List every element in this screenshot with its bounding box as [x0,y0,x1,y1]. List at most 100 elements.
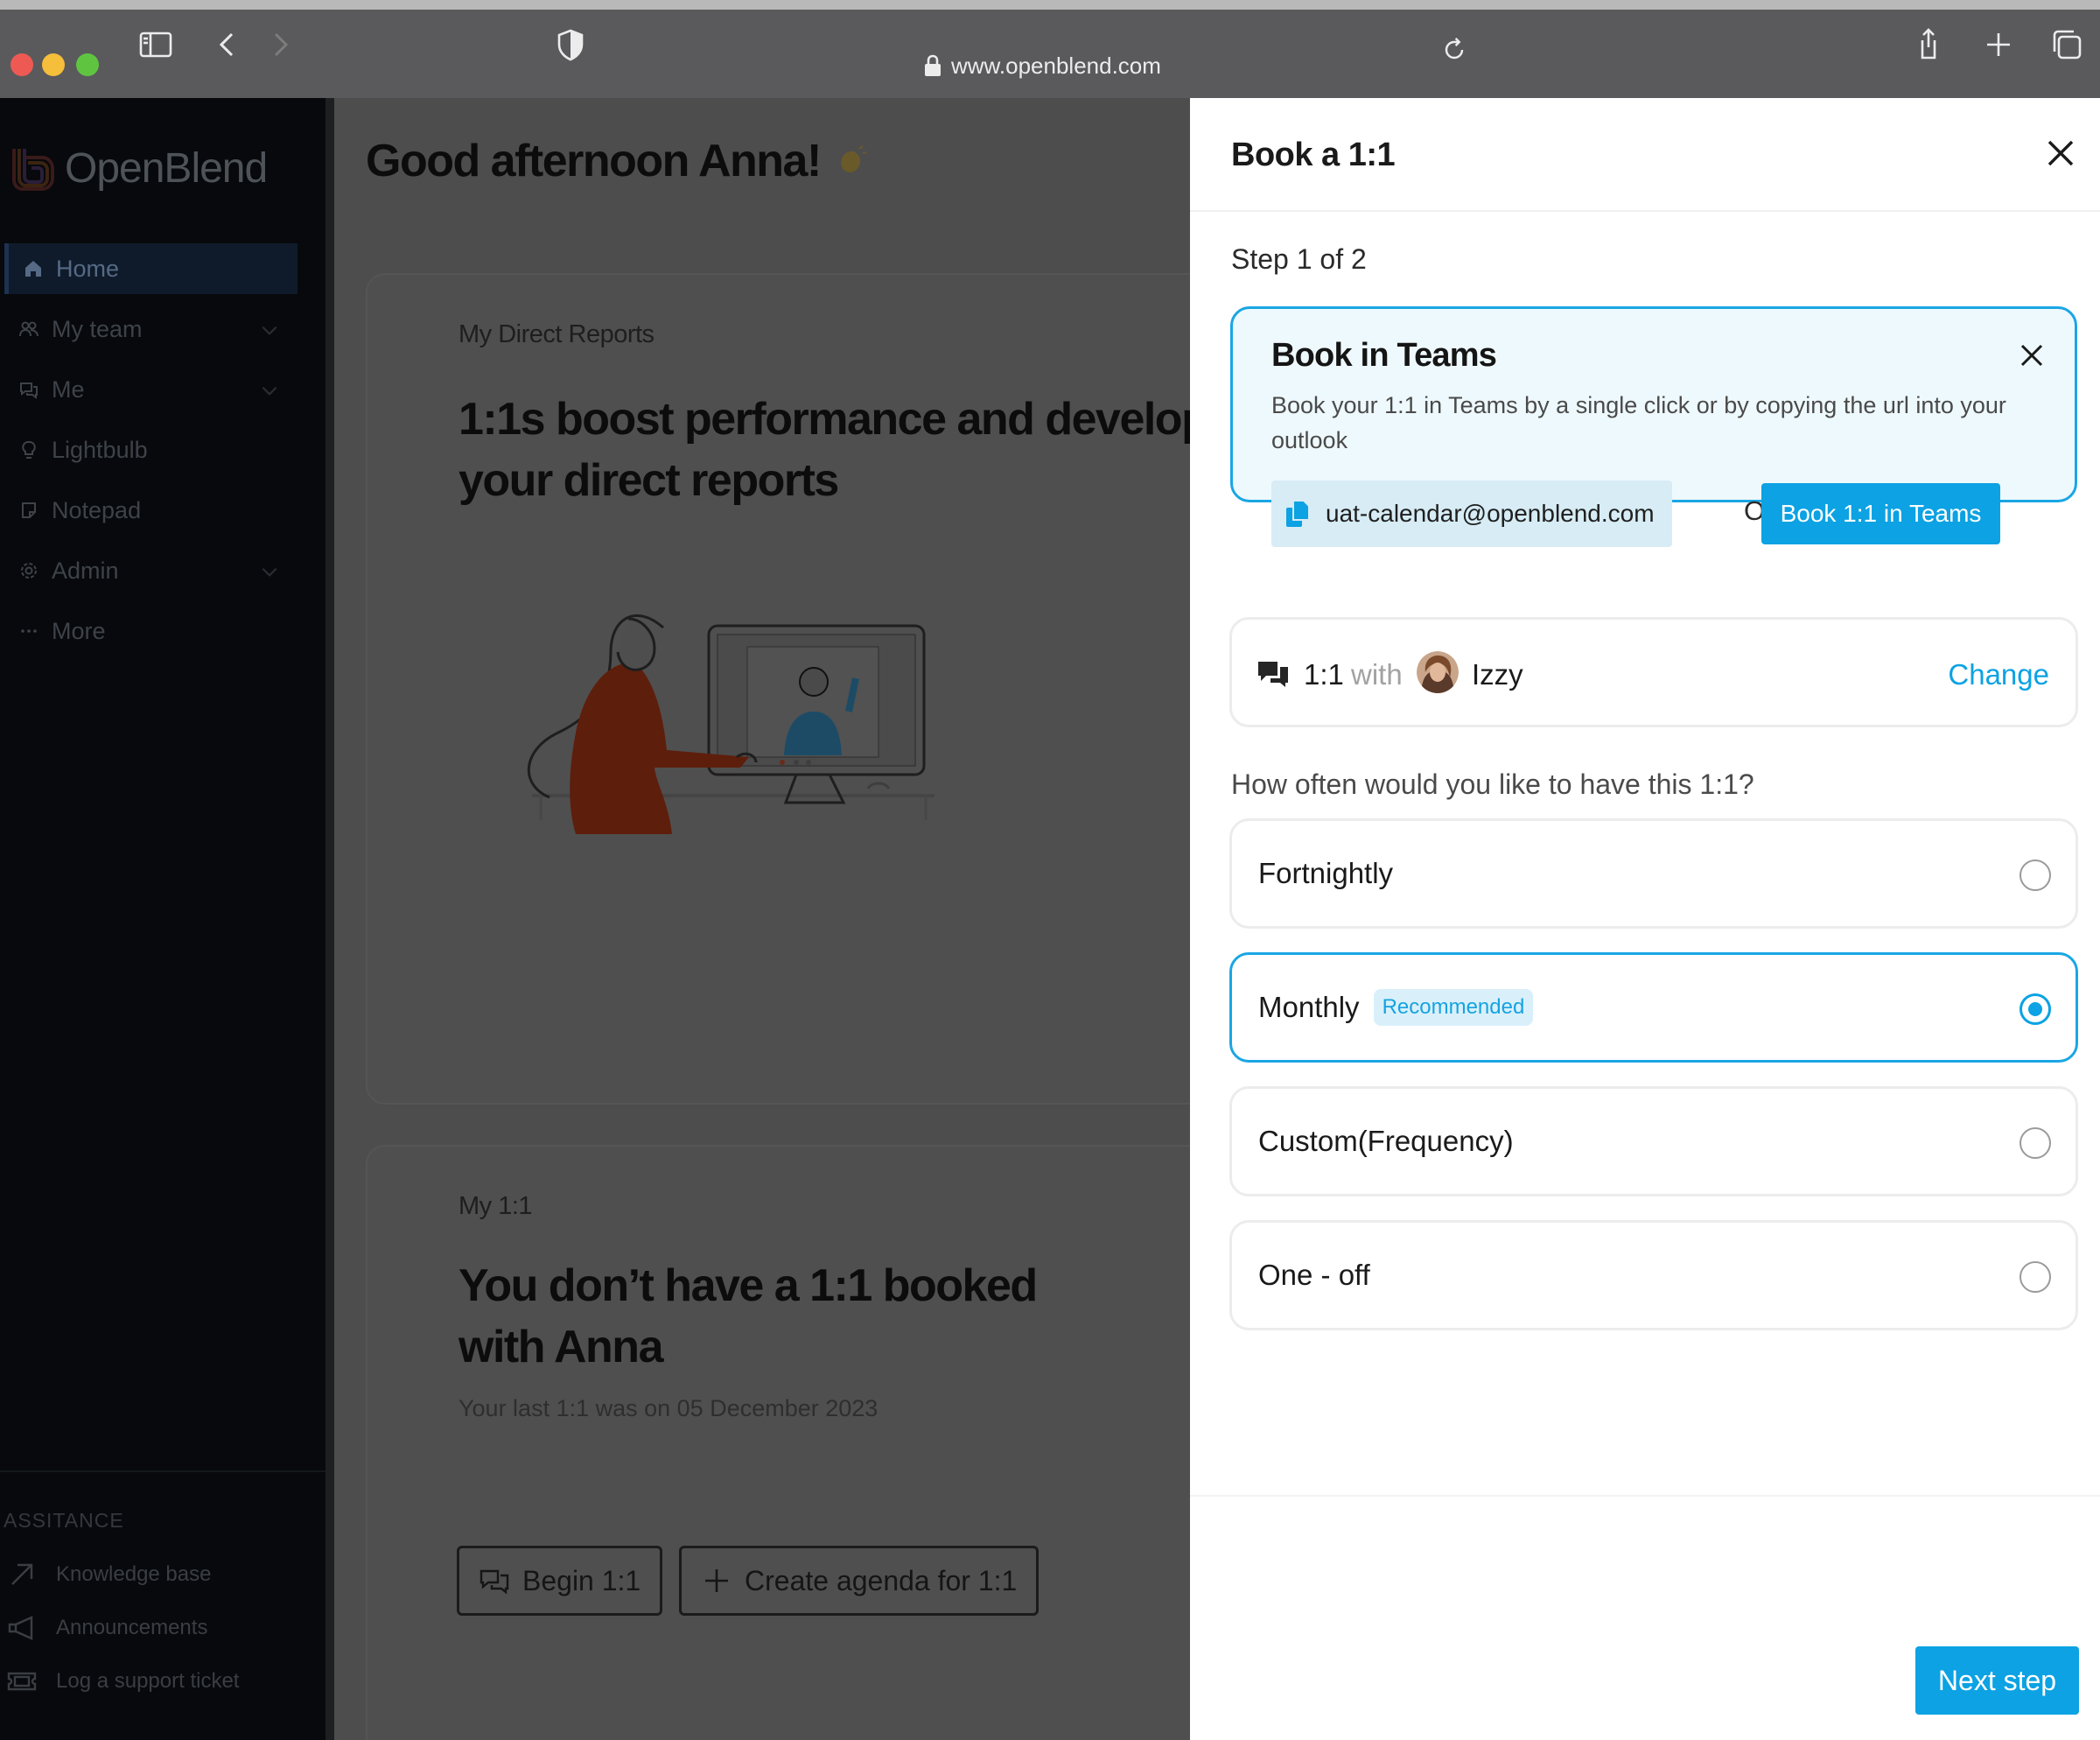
card-eyebrow: My Direct Reports [458,320,654,348]
greeting-text: Good afternoon Anna! [366,136,822,186]
book-one-on-one-panel: Book a 1:1 Step 1 of 2 Book in Teams Boo… [1190,98,2100,1740]
top-strip [0,0,2100,10]
address-url: www.openblend.com [951,52,1161,79]
sidebar-toggle-icon[interactable] [136,25,175,64]
sidebar: OpenBlend Home My team Me Lightbulb Note… [0,98,334,1740]
megaphone-icon [8,1616,33,1640]
sidebar-item-notepad[interactable]: Notepad [4,485,298,536]
new-tab-icon[interactable] [1979,25,2018,64]
step-indicator: Step 1 of 2 [1231,243,1367,275]
calendar-email: uat-calendar@openblend.com [1326,500,1655,527]
video-call-illustration [528,614,934,834]
greeting-heading: Good afternoon Anna! [366,135,868,187]
sidebar-item-me[interactable]: Me [4,364,298,415]
option-label: Fortnightly [1258,857,1394,889]
close-window-button[interactable] [10,53,33,76]
teams-description: Book your 1:1 in Teams by a single click… [1271,392,2006,453]
browser-toolbar: www.openblend.com [0,10,2100,98]
chat-icon [20,382,38,399]
sidebar-item-label: Me [52,375,85,403]
create-agenda-button[interactable]: Create agenda for 1:1 [679,1546,1040,1616]
assist-item-label: Announcements [56,1616,208,1639]
option-one-off[interactable]: One - off [1229,1220,2078,1330]
arrow-up-right-icon [11,1563,33,1585]
meeting-type: 1:1 [1304,658,1344,691]
sidebar-item-label: Notepad [52,496,142,523]
sidebar-item-label: Admin [52,557,119,584]
last-one-on-one-text: Your last 1:1 was on 05 December 2023 [458,1395,878,1421]
maximize-window-button[interactable] [76,53,99,76]
option-monthly[interactable]: Monthly Recommended [1229,952,2078,1063]
card-heading-line: your direct reports [458,455,839,506]
privacy-shield-icon[interactable] [551,25,590,64]
sidebar-item-knowledge-base[interactable]: Knowledge base [7,1561,211,1588]
book-in-teams-button[interactable]: Book 1:1 in Teams [1761,483,2000,544]
address-bar[interactable]: www.openblend.com [923,50,1161,81]
main-content: Good afternoon Anna! My Direct Reports 1… [334,98,1190,1740]
close-panel-icon[interactable] [2041,134,2080,172]
avatar [1417,651,1459,693]
sidebar-item-my-team[interactable]: My team [4,304,298,354]
sidebar-item-admin[interactable]: Admin [4,545,298,596]
sidebar-item-label: Lightbulb [52,436,148,463]
share-icon[interactable] [1909,25,1948,64]
sidebar-item-lightbulb[interactable]: Lightbulb [4,424,298,475]
copy-email-chip[interactable]: uat-calendar@openblend.com [1271,481,1672,547]
reload-icon[interactable] [1438,34,1470,66]
minimize-window-button[interactable] [42,53,65,76]
back-icon[interactable] [208,25,247,64]
sidebar-item-more[interactable]: More [4,606,298,656]
ticket-icon [7,1672,37,1691]
logo-text: OpenBlend [65,144,268,192]
teams-title: Book in Teams [1271,337,1497,374]
radio-monthly[interactable] [2020,993,2051,1025]
chat-bubbles-icon [480,1569,509,1595]
my-one-on-one-card: My 1:1 You don’t have a 1:1 booked with … [366,1145,1190,1740]
app-root: www.openblend.com OpenBlend Home My team… [0,0,2100,1740]
option-custom-frequency[interactable]: Custom(Frequency) [1229,1086,2078,1196]
card-heading-line: You don’t have a 1:1 booked [458,1260,1038,1311]
ellipsis-icon [21,629,37,633]
assistance-heading: ASSITANCE [4,1509,124,1532]
waving-hand-icon [841,145,867,172]
chat-bubbles-icon [1258,662,1288,687]
sidebar-item-support-ticket[interactable]: Log a support ticket [7,1668,239,1694]
plus-icon [705,1569,728,1592]
option-label: Monthly [1258,991,1360,1023]
frequency-question: How often would you like to have this 1:… [1231,768,1754,800]
radio-one-off[interactable] [2020,1261,2051,1293]
lock-icon [925,54,941,76]
radio-custom-frequency[interactable] [2020,1127,2051,1159]
home-icon [25,261,41,277]
change-attendee-link[interactable]: Change [1948,658,2049,691]
card-heading-line: with Anna [458,1322,664,1372]
option-label: One - off [1258,1259,1370,1291]
card-heading-line: 1:1s boost performance and develop [458,394,1190,445]
chevron-down-icon [262,326,277,335]
chevron-down-icon [262,567,277,577]
panel-divider [1190,210,2100,212]
option-fortnightly[interactable]: Fortnightly [1229,818,2078,929]
panel-title: Book a 1:1 [1231,137,1396,173]
radio-fortnightly[interactable] [2020,859,2051,891]
forward-icon[interactable] [261,25,299,64]
begin-label: Begin 1:1 [522,1564,641,1596]
assist-item-label: Knowledge base [56,1562,212,1586]
gear-icon [21,563,37,579]
lightbulb-icon [22,440,36,459]
sidebar-item-announcements[interactable]: Announcements [7,1615,207,1641]
chevron-down-icon [262,386,277,396]
sidebar-item-label: Home [56,255,120,282]
next-step-button[interactable]: Next step [1915,1646,2079,1715]
sidebar-item-home[interactable]: Home [4,243,298,294]
card-eyebrow: My 1:1 [458,1192,533,1220]
option-label: Custom(Frequency) [1258,1125,1514,1157]
agenda-label: Create agenda for 1:1 [745,1564,1018,1596]
assist-item-label: Log a support ticket [56,1669,240,1693]
tabs-overview-icon[interactable] [2048,25,2086,64]
attendee-row: 1:1 with Izzy Change [1229,617,2078,727]
with-word: with [1351,658,1403,691]
dismiss-teams-icon[interactable] [2017,340,2047,370]
begin-one-on-one-button[interactable]: Begin 1:1 [457,1546,663,1616]
openblend-logo-icon [12,149,54,191]
